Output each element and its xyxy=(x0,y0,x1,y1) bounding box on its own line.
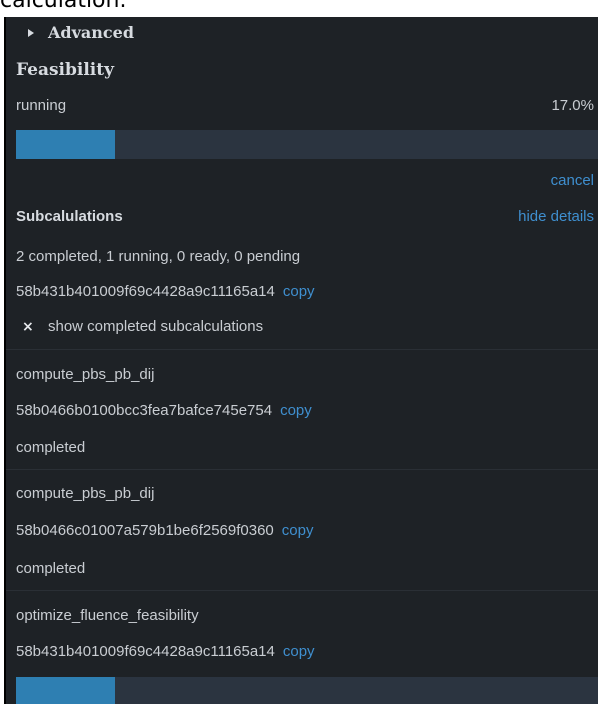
show-completed-toggle[interactable]: × show completed subcalculations xyxy=(16,315,594,339)
progress-percent: 17.0% xyxy=(551,97,594,114)
subcalculations-header: Subcalulations hide details xyxy=(16,205,594,229)
divider xyxy=(6,469,598,470)
show-completed-label: show completed subcalculations xyxy=(48,318,264,335)
subcalculations-id-row: 58b431b401009f69c4428a9c11165a14 copy xyxy=(16,280,594,304)
subcalc-id-row: 58b0466c01007a579b1be6f2569f0360 copy xyxy=(16,519,594,543)
copy-link[interactable]: copy xyxy=(282,522,314,539)
calculation-panel: Advanced Feasibility running 17.0% cance… xyxy=(4,17,598,704)
cancel-link[interactable]: cancel xyxy=(551,172,594,189)
calculation-id: 58b431b401009f69c4428a9c11165a14 xyxy=(16,283,275,300)
advanced-label: Advanced xyxy=(48,23,135,42)
status-text: running xyxy=(16,97,67,114)
divider xyxy=(6,349,598,350)
subcalc-name: compute_pbs_pb_dij xyxy=(16,485,155,502)
subcalc-status: completed xyxy=(16,439,86,456)
subcalculations-title: Subcalulations xyxy=(16,208,123,225)
advanced-toggle[interactable]: Advanced xyxy=(16,21,594,45)
subcalculations-summary: 2 completed, 1 running, 0 ready, 0 pendi… xyxy=(16,248,301,265)
progress-fill xyxy=(16,677,115,704)
subcalc-id-row: 58b431b401009f69c4428a9c11165a14 copy xyxy=(16,640,594,664)
feasibility-progress-bar xyxy=(16,130,598,159)
subcalc-id: 58b0466c01007a579b1be6f2569f0360 xyxy=(16,522,274,539)
feasibility-status-row: running 17.0% xyxy=(16,94,594,118)
progress-fill xyxy=(16,130,115,159)
divider xyxy=(6,590,598,591)
page-caption: calculation. xyxy=(0,0,127,13)
hide-details-link[interactable]: hide details xyxy=(518,205,594,229)
subcalc-id: 58b0466b0100bcc3fea7bafce745e754 xyxy=(16,402,273,419)
close-icon[interactable]: × xyxy=(22,315,36,339)
feasibility-title: Feasibility xyxy=(16,60,114,80)
subcalc-id: 58b431b401009f69c4428a9c11165a14 xyxy=(16,643,275,660)
copy-link[interactable]: copy xyxy=(283,643,315,660)
copy-link[interactable]: copy xyxy=(283,283,315,300)
subcalc-name: compute_pbs_pb_dij xyxy=(16,366,155,383)
triangle-right-icon xyxy=(28,29,34,37)
subcalc-status: completed xyxy=(16,560,86,577)
cancel-row: cancel xyxy=(16,169,594,193)
subcalc-name: optimize_fluence_feasibility xyxy=(16,607,199,624)
subcalc-id-row: 58b0466b0100bcc3fea7bafce745e754 copy xyxy=(16,399,594,423)
subcalc-progress-bar xyxy=(16,677,598,704)
copy-link[interactable]: copy xyxy=(280,402,312,419)
